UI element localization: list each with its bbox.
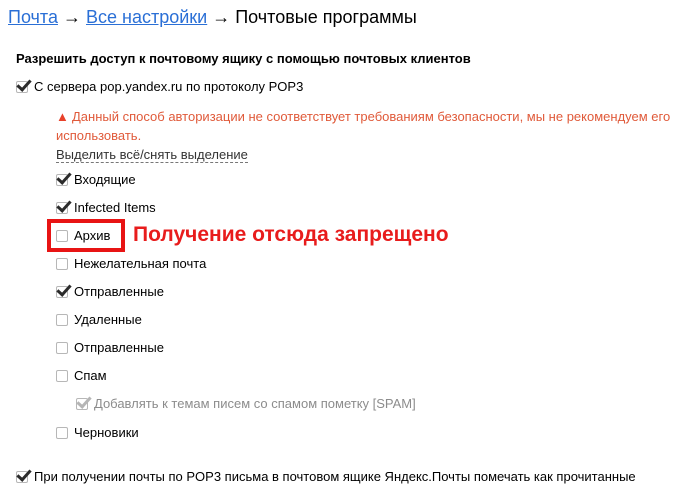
breadcrumb-link-mail[interactable]: Почта	[8, 7, 58, 27]
folder-row-deleted[interactable]: Удаленные	[56, 312, 142, 327]
folder-label: Входящие	[74, 172, 136, 187]
spam-tag-checkbox	[76, 397, 88, 410]
annotation-text: Получение отсюда запрещено	[133, 223, 449, 246]
pop3-label: С сервера pop.yandex.ru по протоколу POP…	[34, 79, 304, 94]
folder-row-drafts[interactable]: Черновики	[56, 425, 139, 440]
breadcrumb: Почта → Все настройки → Почтовые програм…	[8, 7, 417, 28]
folder-label: Отправленные	[74, 340, 164, 355]
folder-row-sent[interactable]: Отправленные	[56, 284, 164, 299]
folder-checkbox[interactable]	[56, 285, 68, 298]
spam-tag-label: Добавлять к темам писем со спамом пометк…	[94, 396, 416, 411]
spam-tag-row: Добавлять к темам писем со спамом пометк…	[76, 396, 416, 411]
mark-read-checkbox[interactable]	[16, 470, 28, 483]
folder-checkbox[interactable]	[56, 426, 68, 439]
folder-checkbox[interactable]	[56, 257, 68, 270]
folder-label: Нежелательная почта	[74, 256, 207, 271]
pop3-checkbox[interactable]	[16, 80, 28, 93]
folder-row-spam[interactable]: Спам	[56, 368, 107, 383]
folder-row-junk[interactable]: Нежелательная почта	[56, 256, 206, 271]
folder-checkbox[interactable]	[56, 313, 68, 326]
folder-label: Отправленные	[74, 284, 164, 299]
section-title: Разрешить доступ к почтовому ящику с пом…	[16, 51, 471, 66]
folder-checkbox[interactable]	[56, 173, 68, 186]
warning-text: Данный способ авторизации не соответству…	[56, 109, 671, 143]
breadcrumb-separator: →	[57, 7, 86, 27]
select-all-link[interactable]: Выделить всё/снять выделение	[56, 147, 248, 163]
folder-row-sent-2[interactable]: Отправленные	[56, 340, 164, 355]
warning-icon: ▲	[56, 109, 69, 124]
breadcrumb-link-all-settings[interactable]: Все настройки	[86, 7, 207, 27]
highlight-box	[47, 219, 125, 252]
folder-checkbox[interactable]	[56, 201, 68, 214]
folder-row-infected[interactable]: Infected Items	[56, 200, 156, 215]
pop3-checkbox-row[interactable]: С сервера pop.yandex.ru по протоколу POP…	[16, 79, 303, 94]
mark-read-label: При получении почты по POP3 письма в поч…	[34, 469, 636, 484]
page-title: Почтовые программы	[235, 7, 417, 27]
folder-checkbox[interactable]	[56, 369, 68, 382]
folder-label: Спам	[74, 368, 107, 383]
breadcrumb-separator: →	[207, 7, 236, 27]
mark-read-row[interactable]: При получении почты по POP3 письма в поч…	[16, 469, 636, 484]
folder-checkbox[interactable]	[56, 341, 68, 354]
folder-label: Черновики	[74, 425, 139, 440]
security-warning: ▲ Данный способ авторизации не соответств…	[56, 107, 681, 145]
folder-label: Удаленные	[74, 312, 142, 327]
folder-label: Infected Items	[74, 200, 156, 215]
folder-row-inbox[interactable]: Входящие	[56, 172, 136, 187]
